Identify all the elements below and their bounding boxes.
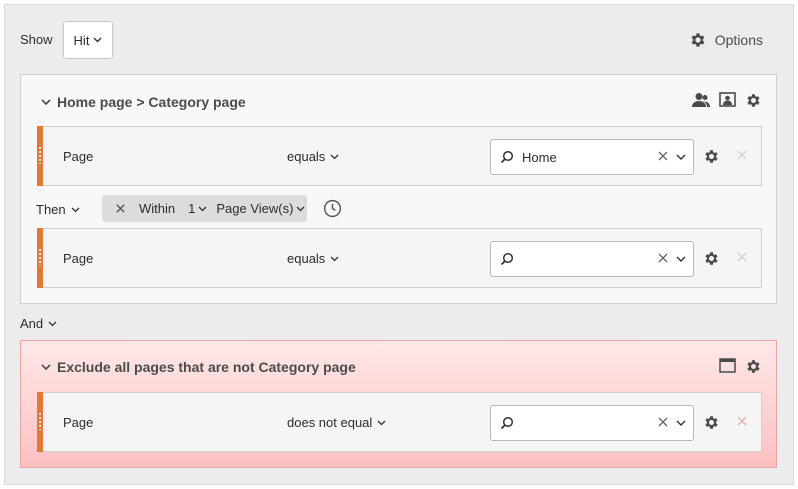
clear-icon[interactable] bbox=[657, 416, 669, 428]
show-label: Show bbox=[20, 32, 53, 47]
container-title: Exclude all pages that are not Category … bbox=[57, 359, 356, 375]
chevron-down-icon bbox=[330, 256, 339, 261]
within-count-dropdown[interactable]: 1 bbox=[188, 201, 207, 216]
then-dropdown[interactable]: Then bbox=[36, 202, 80, 217]
grip-icon bbox=[39, 248, 41, 266]
within-label: Within bbox=[139, 201, 176, 216]
exclude-container: Exclude all pages that are not Category … bbox=[20, 340, 777, 468]
operator-dropdown[interactable]: does not equal bbox=[287, 415, 386, 430]
operator-dropdown[interactable]: equals bbox=[287, 149, 339, 164]
chevron-down-icon[interactable] bbox=[41, 363, 51, 371]
visit-icon[interactable] bbox=[719, 92, 736, 108]
options-button[interactable]: Options bbox=[689, 31, 763, 49]
logic-operator-dropdown[interactable]: And bbox=[20, 316, 57, 331]
value-combobox[interactable] bbox=[490, 241, 694, 277]
chevron-down-icon bbox=[330, 154, 339, 159]
grip-icon bbox=[39, 146, 41, 164]
container-header[interactable]: Exclude all pages that are not Category … bbox=[41, 359, 356, 375]
then-row: Then Within 1 Page View(s) bbox=[36, 195, 436, 223]
drag-handle[interactable] bbox=[37, 392, 43, 452]
rule-field-label[interactable]: Page bbox=[63, 415, 93, 430]
value-combobox[interactable]: Home bbox=[490, 139, 694, 175]
chevron-down-icon bbox=[71, 207, 80, 212]
gear-icon[interactable] bbox=[703, 250, 720, 267]
rule-field-label[interactable]: Page bbox=[63, 251, 93, 266]
close-icon[interactable] bbox=[736, 149, 748, 161]
clear-icon[interactable] bbox=[657, 150, 669, 162]
within-count: 1 bbox=[188, 201, 196, 216]
gear-icon bbox=[691, 33, 705, 47]
drag-handle[interactable] bbox=[37, 228, 43, 288]
show-dropdown-value: Hit bbox=[73, 32, 90, 48]
value-combobox[interactable] bbox=[490, 405, 694, 441]
chevron-down-icon[interactable] bbox=[676, 256, 686, 263]
chevron-down-icon bbox=[93, 37, 102, 43]
close-icon[interactable] bbox=[736, 415, 748, 427]
container-title: Home page > Category page bbox=[57, 94, 246, 110]
options-label: Options bbox=[714, 32, 763, 48]
sequence-container: Home page > Category page Page equals Ho… bbox=[20, 74, 777, 304]
rule-field-label[interactable]: Page bbox=[63, 149, 93, 164]
within-unit: Page View(s) bbox=[216, 201, 294, 216]
chevron-down-icon bbox=[198, 206, 207, 211]
gear-icon[interactable] bbox=[703, 414, 720, 431]
chevron-down-icon bbox=[377, 420, 386, 425]
search-icon bbox=[500, 416, 514, 430]
container-actions bbox=[719, 358, 762, 375]
drag-handle[interactable] bbox=[37, 126, 43, 186]
grip-icon bbox=[39, 412, 41, 430]
chevron-down-icon[interactable] bbox=[41, 98, 51, 106]
rule-row: Page equals Home bbox=[37, 126, 762, 186]
operator-label: equals bbox=[287, 251, 326, 266]
rule-row: Page equals bbox=[37, 228, 762, 288]
visitor-icon[interactable] bbox=[692, 92, 710, 108]
window-icon[interactable] bbox=[719, 358, 736, 373]
container-actions bbox=[692, 92, 762, 109]
close-icon[interactable] bbox=[736, 251, 748, 263]
within-unit-dropdown[interactable]: Page View(s) bbox=[216, 201, 305, 216]
chevron-down-icon[interactable] bbox=[676, 154, 686, 161]
value-text[interactable]: Home bbox=[522, 150, 557, 165]
then-label: Then bbox=[36, 202, 66, 217]
search-icon bbox=[500, 252, 514, 266]
container-header[interactable]: Home page > Category page bbox=[41, 94, 246, 110]
rule-row: Page does not equal bbox=[37, 392, 762, 452]
show-dropdown[interactable]: Hit bbox=[63, 21, 113, 59]
logic-operator-label: And bbox=[20, 316, 44, 331]
clear-icon[interactable] bbox=[657, 252, 669, 264]
operator-label: does not equal bbox=[287, 415, 373, 430]
segment-builder: Show Hit Options Home page > Category pa… bbox=[4, 4, 794, 485]
operator-dropdown[interactable]: equals bbox=[287, 251, 339, 266]
operator-label: equals bbox=[287, 149, 326, 164]
gear-icon[interactable] bbox=[745, 358, 762, 375]
chevron-down-icon bbox=[296, 206, 305, 211]
close-icon[interactable] bbox=[115, 203, 126, 214]
within-constraint: Within 1 Page View(s) bbox=[102, 195, 307, 222]
gear-icon[interactable] bbox=[745, 92, 762, 109]
chevron-down-icon[interactable] bbox=[676, 420, 686, 427]
search-icon bbox=[500, 150, 514, 164]
chevron-down-icon bbox=[48, 321, 57, 326]
gear-icon[interactable] bbox=[703, 148, 720, 165]
clock-icon[interactable] bbox=[323, 199, 342, 218]
